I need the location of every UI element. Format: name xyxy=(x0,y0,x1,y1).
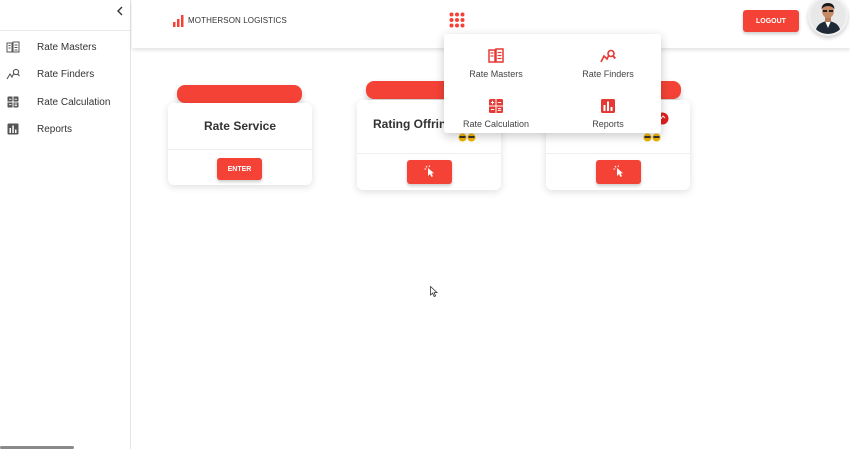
reports-icon xyxy=(600,98,616,114)
sidebar-item-label: Reports xyxy=(37,123,73,135)
apps-menu-item-label: Reports xyxy=(592,119,624,129)
rate-masters-icon xyxy=(6,40,20,54)
rate-service-card: Rate Service ENTER xyxy=(168,103,312,185)
calculator-icon xyxy=(488,98,504,114)
avatar[interactable] xyxy=(808,0,848,36)
card-divider xyxy=(168,149,312,150)
sidebar-item-rate-finders[interactable]: Rate Finders xyxy=(0,62,131,86)
apps-menu-item-label: Rate Finders xyxy=(582,69,634,79)
card-action-button[interactable] xyxy=(596,160,641,184)
brand[interactable]: MOTHERSON LOGISTICS xyxy=(173,14,287,27)
sidebar-item-label: Rate Calculation xyxy=(37,96,111,108)
sidebar-item-label: Rate Masters xyxy=(37,41,97,53)
sidebar-item-rate-calculation[interactable]: Rate Calculation xyxy=(0,90,131,114)
rate-finders-icon xyxy=(600,48,616,64)
apps-menu-item-rate-masters[interactable]: Rate Masters xyxy=(446,39,546,79)
sidebar-item-rate-masters[interactable]: Rate Masters xyxy=(0,35,131,59)
sidebar-divider xyxy=(0,30,131,31)
sidebar: Rate Masters Rate Finders Rate Calculati… xyxy=(0,0,131,449)
apps-menu-item-reports[interactable]: Reports xyxy=(558,89,658,129)
rate-masters-icon xyxy=(488,48,504,64)
apps-menu-item-rate-finders[interactable]: Rate Finders xyxy=(558,39,658,79)
apps-menu-item-rate-calculation[interactable]: Rate Calculation xyxy=(446,89,546,129)
card-header-tab xyxy=(177,85,302,103)
apps-menu-item-label: Rate Calculation xyxy=(462,119,530,129)
logout-button[interactable]: LOGOUT xyxy=(743,10,799,32)
calculator-icon xyxy=(6,95,20,109)
card-divider xyxy=(357,153,501,154)
apps-grid-icon[interactable] xyxy=(449,12,465,28)
sidebar-item-reports[interactable]: Reports xyxy=(0,117,131,141)
sidebar-item-label: Rate Finders xyxy=(37,68,95,80)
reports-icon xyxy=(6,122,20,136)
apps-dropdown-menu: Rate Masters Rate Finders Rate Calculati… xyxy=(444,34,661,133)
brand-logo-icon xyxy=(173,14,184,27)
apps-menu-item-label: Rate Masters xyxy=(469,69,523,79)
mouse-pointer-icon xyxy=(430,284,439,298)
rate-finders-icon xyxy=(6,67,20,81)
brand-name: MOTHERSON LOGISTICS xyxy=(188,15,287,25)
pointer-click-icon xyxy=(424,165,434,177)
card-title: Rate Service xyxy=(203,119,277,133)
card-title: Rating Offring xyxy=(373,117,454,131)
enter-button[interactable]: ENTER xyxy=(217,158,262,180)
card-action-button[interactable] xyxy=(407,160,452,184)
card-divider xyxy=(546,153,690,154)
pointer-click-icon xyxy=(613,165,623,177)
collapse-sidebar-icon[interactable] xyxy=(113,4,127,18)
